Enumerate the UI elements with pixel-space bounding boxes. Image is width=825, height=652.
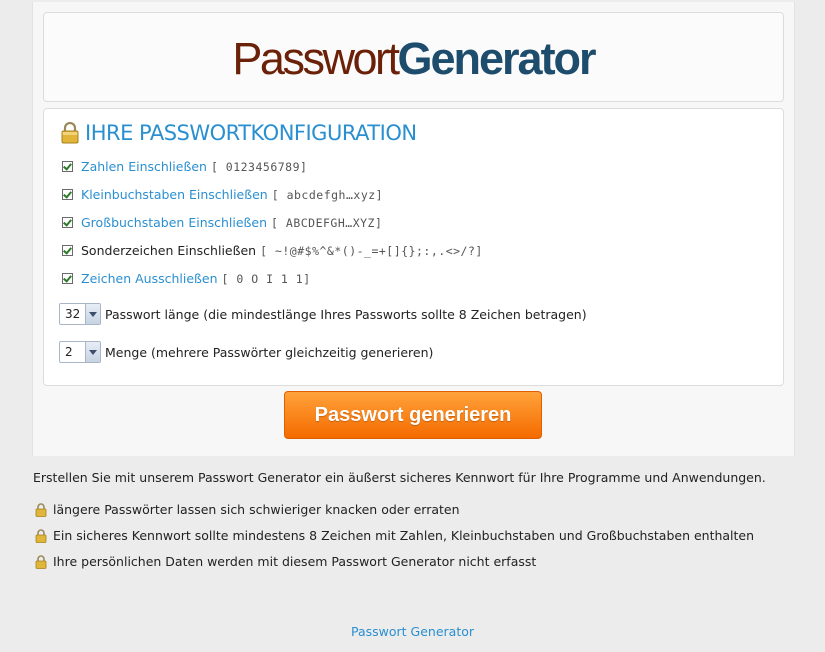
option-exclude-label[interactable]: Zeichen Ausschließen — [81, 271, 218, 286]
info-bullet: längere Passwörter lassen sich schwierig… — [35, 502, 460, 517]
checkbox-uppercase[interactable] — [62, 217, 73, 228]
intro-text: Erstellen Sie mit unserem Passwort Gener… — [33, 470, 766, 485]
logo-part-passwort: Passwort — [232, 33, 400, 84]
checkbox-special[interactable] — [62, 245, 73, 256]
option-special[interactable]: Sonderzeichen Einschließen [ ~!@#$%^&*()… — [62, 243, 483, 258]
option-numbers-chars: [ 0123456789] — [210, 159, 308, 174]
option-uppercase-chars: [ ABCDEFGH…XYZ] — [271, 215, 383, 230]
footer-link[interactable]: Passwort Generator — [0, 624, 825, 639]
lock-icon — [61, 121, 79, 144]
logo: PasswortGenerator — [232, 33, 596, 85]
config-title-text: IHRE PASSWORTKONFIGURATION — [85, 121, 417, 145]
option-special-label: Sonderzeichen Einschließen — [81, 243, 257, 258]
checkbox-exclude[interactable] — [62, 273, 73, 284]
generate-button[interactable]: Passwort generieren — [284, 391, 542, 439]
count-select[interactable]: 2 — [59, 341, 101, 363]
length-select[interactable]: 32 — [59, 303, 101, 325]
bullet-text: Ihre persönlichen Daten werden mit diese… — [53, 554, 537, 569]
lock-icon — [35, 502, 47, 517]
logo-box: PasswortGenerator — [43, 12, 784, 102]
info-bullet: Ihre persönlichen Daten werden mit diese… — [35, 554, 536, 569]
bullet-text: längere Passwörter lassen sich schwierig… — [53, 502, 460, 517]
config-title: IHRE PASSWORTKONFIGURATION — [61, 121, 417, 145]
length-row: 32 Passwort länge (die mindestlänge Ihre… — [59, 303, 587, 325]
lock-icon — [35, 528, 47, 543]
option-lowercase[interactable]: Kleinbuchstaben Einschließen [ abcdefgh…… — [62, 187, 383, 202]
option-numbers-label[interactable]: Zahlen Einschließen — [81, 159, 207, 174]
bullet-text: Ein sicheres Kennwort sollte mindestens … — [53, 528, 755, 543]
checkbox-lowercase[interactable] — [62, 189, 73, 200]
logo-part-generator: Generator — [397, 33, 596, 84]
option-exclude[interactable]: Zeichen Ausschließen [ 0 O I 1 1] — [62, 271, 311, 286]
count-row: 2 Menge (mehrere Passwörter gleichzeitig… — [59, 341, 433, 363]
length-value: 32 — [65, 307, 81, 321]
option-uppercase-label[interactable]: Großbuchstaben Einschließen — [81, 215, 267, 230]
option-lowercase-label[interactable]: Kleinbuchstaben Einschließen — [81, 187, 268, 202]
generator-panel: PasswortGenerator IHRE PASSWORTKONFIGURA… — [32, 2, 795, 456]
info-bullet: Ein sicheres Kennwort sollte mindestens … — [35, 528, 754, 543]
lock-icon — [35, 554, 47, 569]
length-label: Passwort länge (die mindestlänge Ihres P… — [105, 306, 587, 322]
chevron-down-icon[interactable] — [85, 342, 100, 362]
option-special-chars: [ ~!@#$%^&*()-_=+[]{};:,.<>/?] — [260, 243, 483, 258]
config-box: IHRE PASSWORTKONFIGURATION Zahlen Einsch… — [43, 108, 784, 386]
checkbox-numbers[interactable] — [62, 161, 73, 172]
option-numbers[interactable]: Zahlen Einschließen [ 0123456789] — [62, 159, 307, 174]
count-value: 2 — [65, 345, 73, 359]
count-label: Menge (mehrere Passwörter gleichzeitig g… — [105, 344, 434, 360]
option-lowercase-chars: [ abcdefgh…xyz] — [271, 187, 384, 202]
option-uppercase[interactable]: Großbuchstaben Einschließen [ ABCDEFGH…X… — [62, 215, 382, 230]
option-exclude-chars: [ 0 O I 1 1] — [221, 271, 311, 286]
chevron-down-icon[interactable] — [85, 304, 100, 324]
